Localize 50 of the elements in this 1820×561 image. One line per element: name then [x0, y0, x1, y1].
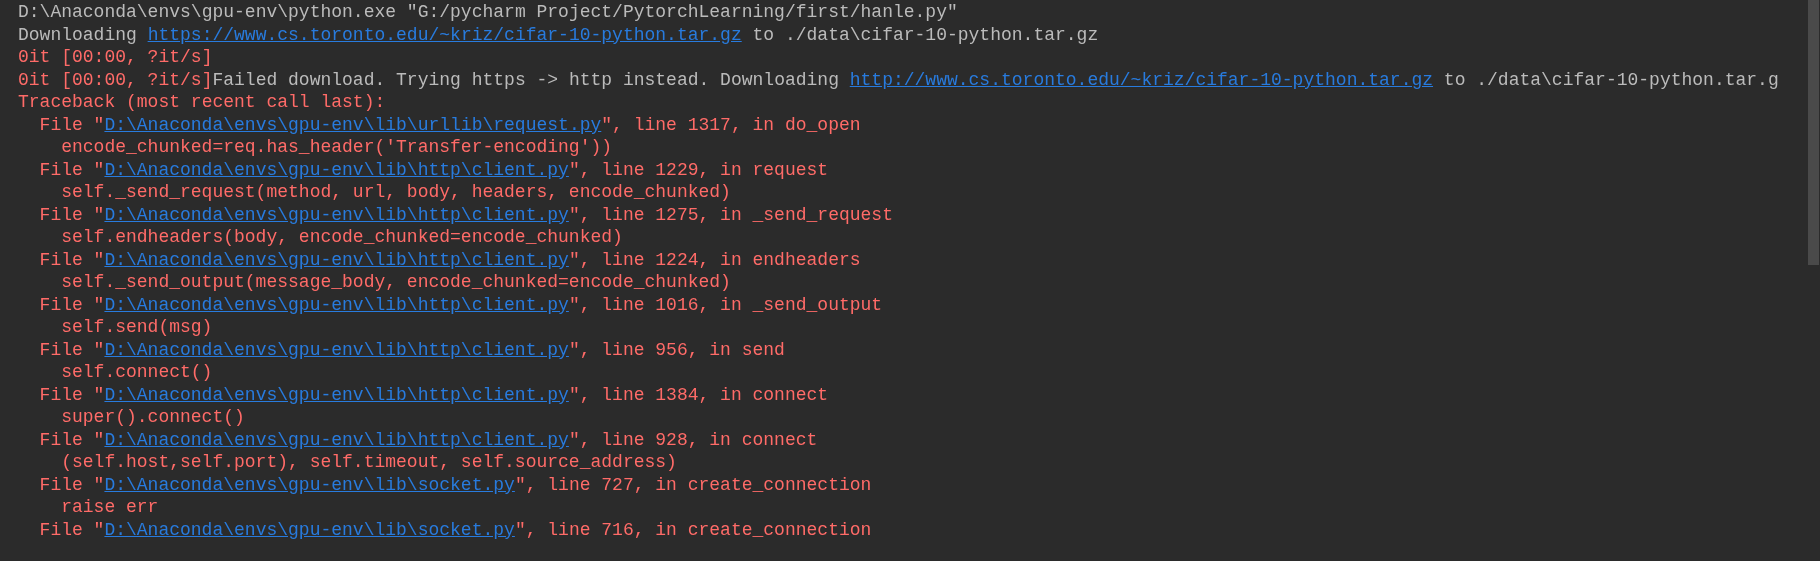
error-text: ", line 727, in create_connection	[514, 473, 872, 496]
console-text: D:\Anaconda\envs\gpu-env\python.exe "G:/pycharm Project/PytorchLearning/first/hanle.py"	[18, 1, 958, 24]
error-text: ", line 956, in send	[568, 338, 785, 361]
error-text: 0it [00:00, ?it/s]	[18, 68, 213, 91]
error-text: 0it [00:00, ?it/s]	[18, 46, 213, 69]
error-text: (self.host,self.port), self.timeout, self.source_address)	[61, 451, 677, 474]
file-link[interactable]: D:\Anaconda\envs\gpu-env\lib\socket.py	[104, 473, 515, 496]
error-text: super().connect()	[61, 406, 245, 429]
error-text: ", line 1229, in request	[568, 158, 829, 181]
error-text: Traceback (most recent call last):	[18, 91, 386, 114]
error-text: self.endheaders(body, encode_chunked=encode_chunked)	[61, 226, 623, 249]
error-text: File "	[39, 113, 105, 136]
error-text: self.connect()	[61, 361, 213, 384]
error-text: File "	[39, 428, 105, 451]
error-text: ", line 716, in create_connection	[514, 518, 872, 541]
file-link[interactable]: https://www.cs.toronto.edu/~kriz/cifar-10-python.tar.gz	[147, 23, 742, 46]
file-link[interactable]: D:\Anaconda\envs\gpu-env\lib\http\client.py	[104, 383, 569, 406]
error-text: File "	[39, 518, 105, 541]
error-text: encode_chunked=req.has_header('Transfer-encoding'))	[61, 136, 613, 159]
file-link[interactable]: D:\Anaconda\envs\gpu-env\lib\http\client.py	[104, 203, 569, 226]
error-text: ", line 1275, in _send_request	[568, 203, 893, 226]
error-text: ", line 1384, in connect	[568, 383, 829, 406]
file-link[interactable]: D:\Anaconda\envs\gpu-env\lib\socket.py	[104, 518, 515, 541]
error-text: self._send_output(message_body, encode_chunked=encode_chunked)	[61, 271, 731, 294]
error-text: self._send_request(method, url, body, headers, encode_chunked)	[61, 181, 731, 204]
error-text: ", line 1016, in _send_output	[568, 293, 883, 316]
file-link[interactable]: D:\Anaconda\envs\gpu-env\lib\http\client.py	[104, 293, 569, 316]
error-text: ", line 1224, in endheaders	[568, 248, 861, 271]
file-link[interactable]: D:\Anaconda\envs\gpu-env\lib\http\client.py	[104, 158, 569, 181]
file-link[interactable]: D:\Anaconda\envs\gpu-env\lib\http\client.py	[104, 248, 569, 271]
error-text: self.send(msg)	[61, 316, 213, 339]
file-link[interactable]: D:\Anaconda\envs\gpu-env\lib\http\client.py	[104, 338, 569, 361]
error-text: raise err	[61, 496, 159, 519]
error-text: File "	[39, 383, 105, 406]
error-text: ", line 1317, in do_open	[601, 113, 861, 136]
file-link[interactable]: D:\Anaconda\envs\gpu-env\lib\urllib\request.py	[104, 113, 602, 136]
console-text: to ./data\cifar-10-python.tar.g	[1442, 68, 1779, 91]
console-text: Failed download. Trying https -> http instead. Downloading	[212, 68, 840, 91]
console-text: to ./data\cifar-10-python.tar.gz	[751, 23, 1099, 46]
error-text: File "	[39, 158, 105, 181]
error-text: File "	[39, 293, 105, 316]
file-link[interactable]: http://www.cs.toronto.edu/~kriz/cifar-10-python.tar.gz	[849, 68, 1434, 91]
scrollbar-thumb[interactable]	[1807, 0, 1819, 265]
file-link[interactable]: D:\Anaconda\envs\gpu-env\lib\http\client.py	[104, 428, 569, 451]
error-text: ", line 928, in connect	[568, 428, 818, 451]
console-text: Downloading	[18, 23, 138, 46]
error-text: File "	[39, 473, 105, 496]
error-text: File "	[39, 248, 105, 271]
error-text: File "	[39, 203, 105, 226]
error-text: File "	[39, 338, 105, 361]
